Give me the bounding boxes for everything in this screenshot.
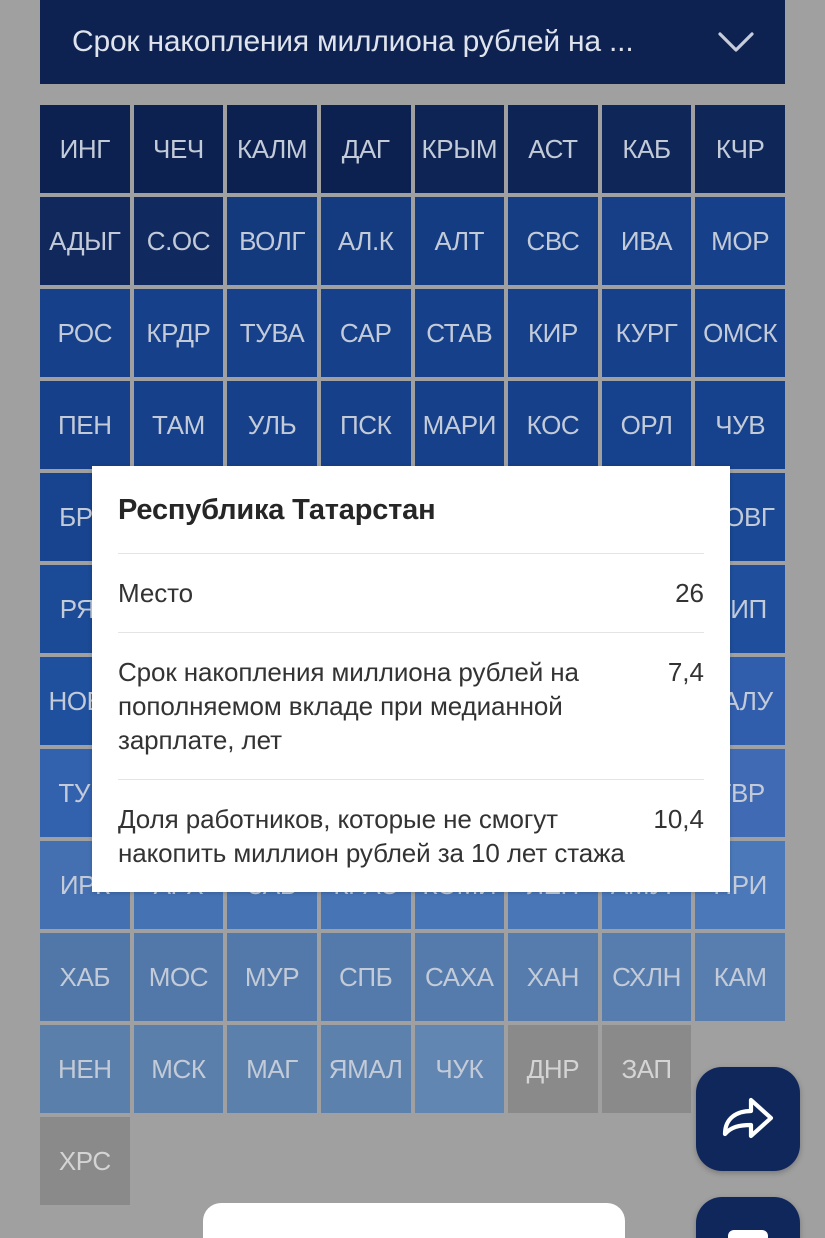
region-tile[interactable]: ПСК xyxy=(320,381,411,469)
region-tile[interactable]: НЕН xyxy=(40,1025,130,1113)
share-arrow-icon xyxy=(720,1093,776,1145)
region-tile[interactable]: АСТ xyxy=(508,105,598,193)
region-tile[interactable]: ИВА xyxy=(601,197,692,285)
region-tile[interactable]: ДНР xyxy=(508,1025,598,1113)
region-info-row: Срок накопления миллиона рублей на попол… xyxy=(118,632,704,779)
indicator-dropdown-label: Срок накопления миллиона рублей на ... xyxy=(72,25,634,58)
region-tile[interactable]: КЧР xyxy=(695,105,785,193)
region-tile-empty xyxy=(321,1117,411,1205)
list-menu-icon xyxy=(722,1224,774,1238)
region-tile[interactable]: ЯМАЛ xyxy=(320,1025,411,1113)
region-tile[interactable]: ХАН xyxy=(508,933,598,1021)
region-tile[interactable]: ВОЛГ xyxy=(227,197,317,285)
region-tile-empty xyxy=(134,1117,224,1205)
region-tile-empty xyxy=(602,1117,692,1205)
region-tile[interactable]: САХА xyxy=(414,933,505,1021)
region-tile[interactable]: КИР xyxy=(508,289,598,377)
region-tile[interactable]: СХЛН xyxy=(601,933,692,1021)
region-tile[interactable]: АЛ.К xyxy=(320,197,411,285)
region-tile[interactable]: ИНГ xyxy=(40,105,130,193)
chevron-down-icon[interactable] xyxy=(713,19,759,65)
region-tile[interactable]: ПЕН xyxy=(40,381,130,469)
region-info-row-label: Срок накопления миллиона рублей на попол… xyxy=(118,657,579,755)
region-tile[interactable]: МСК xyxy=(133,1025,224,1113)
region-info-row: Место 26 xyxy=(118,553,704,632)
region-tile[interactable]: МОС xyxy=(133,933,224,1021)
region-tile[interactable]: КОС xyxy=(508,381,598,469)
region-tile[interactable]: КАЛМ xyxy=(227,105,317,193)
region-tile[interactable]: МОР xyxy=(695,197,785,285)
menu-button[interactable] xyxy=(696,1197,800,1238)
region-tile[interactable]: С.ОС xyxy=(133,197,224,285)
region-tile[interactable]: ХАБ xyxy=(40,933,130,1021)
region-tile[interactable]: ЗАП xyxy=(601,1025,692,1113)
region-tile[interactable]: САР xyxy=(320,289,411,377)
region-info-row: Доля работников, которые не смогут накоп… xyxy=(118,779,704,892)
region-tile[interactable]: УЛЬ xyxy=(227,381,317,469)
region-tile-empty xyxy=(227,1117,317,1205)
region-tile[interactable]: МАГ xyxy=(227,1025,317,1113)
region-tile[interactable]: ОМСК xyxy=(695,289,785,377)
region-tile[interactable]: ОРЛ xyxy=(601,381,692,469)
region-tile[interactable]: СВС xyxy=(508,197,598,285)
region-tile[interactable]: АДЫГ xyxy=(40,197,130,285)
region-tile[interactable]: МУР xyxy=(227,933,317,1021)
region-info-card-title: Республика Татарстан xyxy=(118,494,436,526)
region-info-row-value: 10,4 xyxy=(653,804,704,834)
region-tile[interactable]: ЧУК xyxy=(414,1025,505,1113)
region-tile[interactable]: КУРГ xyxy=(601,289,692,377)
region-tile[interactable]: РОС xyxy=(40,289,130,377)
region-tile[interactable]: КАБ xyxy=(601,105,692,193)
region-tile[interactable]: ХРС xyxy=(40,1117,130,1205)
region-info-row-label: Доля работников, которые не смогут накоп… xyxy=(118,804,625,868)
region-tile[interactable]: ЧУВ xyxy=(695,381,785,469)
region-tile[interactable]: АЛТ xyxy=(414,197,505,285)
region-tile[interactable]: КРДР xyxy=(133,289,224,377)
share-button[interactable] xyxy=(696,1067,800,1171)
region-info-row-value: 7,4 xyxy=(667,657,704,687)
region-tile[interactable]: ТАМ xyxy=(133,381,224,469)
region-tile[interactable]: СПБ xyxy=(320,933,411,1021)
region-tile[interactable]: КРЫМ xyxy=(414,105,505,193)
region-tile-empty xyxy=(415,1117,505,1205)
region-info-card: Республика Татарстан Место 26 Срок накопле… xyxy=(92,466,730,892)
region-info-row-value: 26 xyxy=(675,578,704,608)
region-info-row-label: Место xyxy=(118,578,193,608)
bottom-sheet-panel[interactable] xyxy=(203,1203,625,1238)
region-tile[interactable]: ЧЕЧ xyxy=(133,105,224,193)
region-tile[interactable]: ТУВА xyxy=(227,289,317,377)
region-tile-empty xyxy=(508,1117,598,1205)
region-info-card-rows: Место 26 Срок накопления миллиона рублей н… xyxy=(118,553,704,892)
region-tile[interactable]: ДАГ xyxy=(320,105,411,193)
region-tile[interactable]: СТАВ xyxy=(414,289,505,377)
region-tile[interactable]: КАМ xyxy=(695,933,785,1021)
region-tile[interactable]: МАРИ xyxy=(414,381,505,469)
indicator-dropdown[interactable]: Срок накопления миллиона рублей на ... xyxy=(40,0,785,84)
